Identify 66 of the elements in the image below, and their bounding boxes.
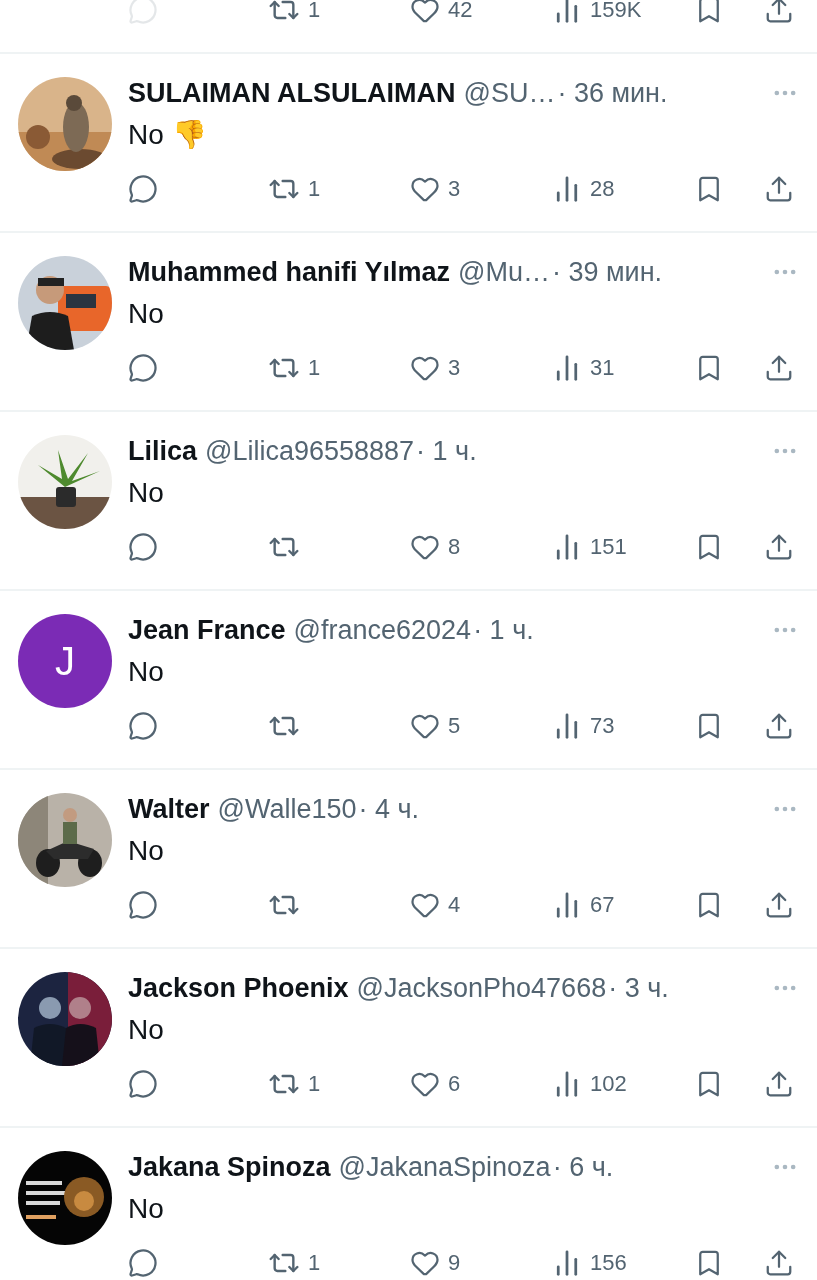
repost-count: 1 [308, 0, 321, 23]
reply-icon[interactable] [128, 711, 158, 741]
heart-icon[interactable] [410, 0, 440, 25]
repost-count: 1 [308, 355, 321, 381]
post-time[interactable]: · 3 ч. [608, 972, 669, 1004]
share-icon[interactable] [764, 532, 794, 562]
author-name[interactable]: Jackson Phoenix [128, 972, 349, 1004]
view-count: 156 [590, 1250, 627, 1276]
author-handle[interactable]: @JacksonPho47668 [356, 972, 607, 1004]
author-handle[interactable]: @Walle150 [217, 793, 357, 825]
view-count: 102 [590, 1071, 627, 1097]
repost-count: 1 [308, 1250, 321, 1276]
like-count: 8 [448, 534, 461, 560]
author-handle[interactable]: @Lilica96558887 [205, 435, 415, 467]
view-count: 151 [590, 534, 627, 560]
author-name[interactable]: Walter [128, 793, 210, 825]
view-count: 73 [590, 713, 615, 739]
like-count: 4 [448, 892, 461, 918]
like-count: 5 [448, 713, 461, 739]
reply-icon[interactable] [128, 174, 158, 204]
reply-icon[interactable] [128, 353, 158, 383]
reply-text: No [128, 297, 165, 331]
author-handle[interactable]: @Mu… [458, 256, 550, 288]
reply-text: No [128, 655, 165, 689]
share-icon[interactable] [764, 0, 794, 25]
author-handle[interactable]: @france62024 [293, 614, 472, 646]
post-time[interactable]: · 6 ч. [552, 1151, 614, 1183]
repost-count: 1 [308, 1071, 321, 1097]
post-time[interactable]: · 4 ч. [358, 793, 420, 825]
share-icon[interactable] [764, 353, 794, 383]
repost-count: 1 [308, 176, 321, 202]
reply-text: No [128, 834, 165, 868]
share-icon[interactable] [764, 174, 794, 204]
reply-text: No [128, 476, 165, 510]
post-time[interactable]: · 39 мин. [552, 256, 663, 288]
like-count: 6 [448, 1071, 461, 1097]
share-icon[interactable] [764, 711, 794, 741]
post-time[interactable]: · 1 ч. [473, 614, 534, 646]
reply-text: No 👎 [128, 118, 208, 152]
author-name[interactable]: Jakana Spinoza [128, 1151, 331, 1183]
view-count: 31 [590, 355, 615, 381]
post-time[interactable]: · 1 ч. [416, 435, 477, 467]
view-count: 28 [590, 176, 615, 202]
view-count: 67 [590, 892, 615, 918]
share-icon[interactable] [764, 1248, 794, 1278]
like-count: 9 [448, 1250, 461, 1276]
author-name[interactable]: Muhammed hanifi Yılmaz [128, 256, 451, 288]
author-name[interactable]: Jean France [128, 614, 286, 646]
like-count: 3 [448, 176, 461, 202]
like-count: 42 [448, 0, 473, 23]
reply-icon[interactable] [128, 1069, 158, 1099]
avatar[interactable]: J [18, 614, 112, 708]
reply-text: No [128, 1192, 165, 1226]
like-count: 3 [448, 355, 461, 381]
author-handle[interactable]: @JakanaSpinoza [338, 1151, 551, 1183]
reply-icon[interactable] [128, 890, 158, 920]
author-handle[interactable]: @SU… [463, 77, 556, 109]
share-icon[interactable] [764, 1069, 794, 1099]
post-time[interactable]: · 36 мин. [557, 77, 668, 109]
share-icon[interactable] [764, 890, 794, 920]
reply-text: No [128, 1013, 165, 1047]
view-count: 159K [590, 0, 642, 23]
author-name[interactable]: Lilica [128, 435, 198, 467]
reply-icon[interactable] [128, 532, 158, 562]
author-name[interactable]: SULAIMAN ALSULAIMAN [128, 77, 456, 109]
reply-icon[interactable] [128, 1248, 158, 1278]
